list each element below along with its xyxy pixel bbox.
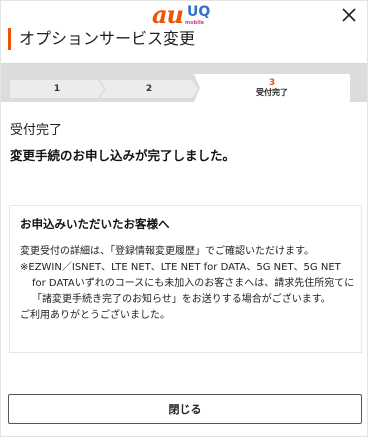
au-logo: au (152, 0, 184, 29)
step-3-current: 3 受付完了 (194, 74, 350, 102)
step-3-label: 受付完了 (256, 88, 288, 97)
uq-logo-subtext: mobile (185, 20, 205, 26)
notice-detail-text: 変更受付の詳細は、「登録情報変更履歴」でご確認いただけます。 (20, 246, 314, 257)
header: au UQ mobile オプションサービス変更 (0, 0, 368, 64)
close-dialog-button[interactable]: 閉じる (8, 394, 362, 424)
notice-note-text: ※EZWIN／ISNET、LTE NET、LTE NET for DATA、5G… (20, 262, 355, 305)
close-icon (342, 8, 356, 22)
step-1: 1 (10, 80, 104, 98)
notice-title: お申込みいただいたお客様へ (20, 217, 170, 231)
status-title: 受付完了 (10, 123, 63, 138)
step-1-number: 1 (53, 84, 61, 94)
close-button[interactable] (338, 4, 360, 26)
completion-message: 変更手続のお申し込みが完了しました。 (10, 148, 236, 163)
notice-thanks-text: ご利用ありがとうございました。 (20, 310, 170, 321)
notice-body: 変更受付の詳細は、「登録情報変更履歴」でご確認いただけます。 ※EZWIN／IS… (20, 244, 356, 324)
step-2-number: 2 (145, 84, 153, 94)
page-title: オプションサービス変更 (8, 28, 195, 50)
uq-mobile-logo: UQ mobile (185, 4, 211, 27)
uq-logo-text: UQ (187, 4, 211, 20)
step-3-number: 3 (268, 78, 276, 88)
step-2: 2 (100, 80, 198, 98)
customer-notice: お申込みいただいたお客様へ 変更受付の詳細は、「登録情報変更履歴」でご確認いただ… (9, 205, 362, 353)
